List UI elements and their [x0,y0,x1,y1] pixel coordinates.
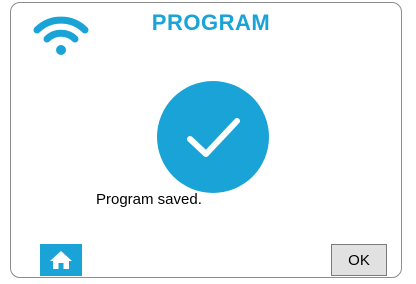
wifi-icon [33,16,89,55]
ok-button[interactable]: OK [331,244,387,276]
checkmark-circle-icon [157,81,269,193]
page-title: PROGRAM [151,10,271,35]
home-icon [50,251,72,269]
status-message: Program saved. [96,191,202,208]
home-button[interactable] [40,244,82,276]
